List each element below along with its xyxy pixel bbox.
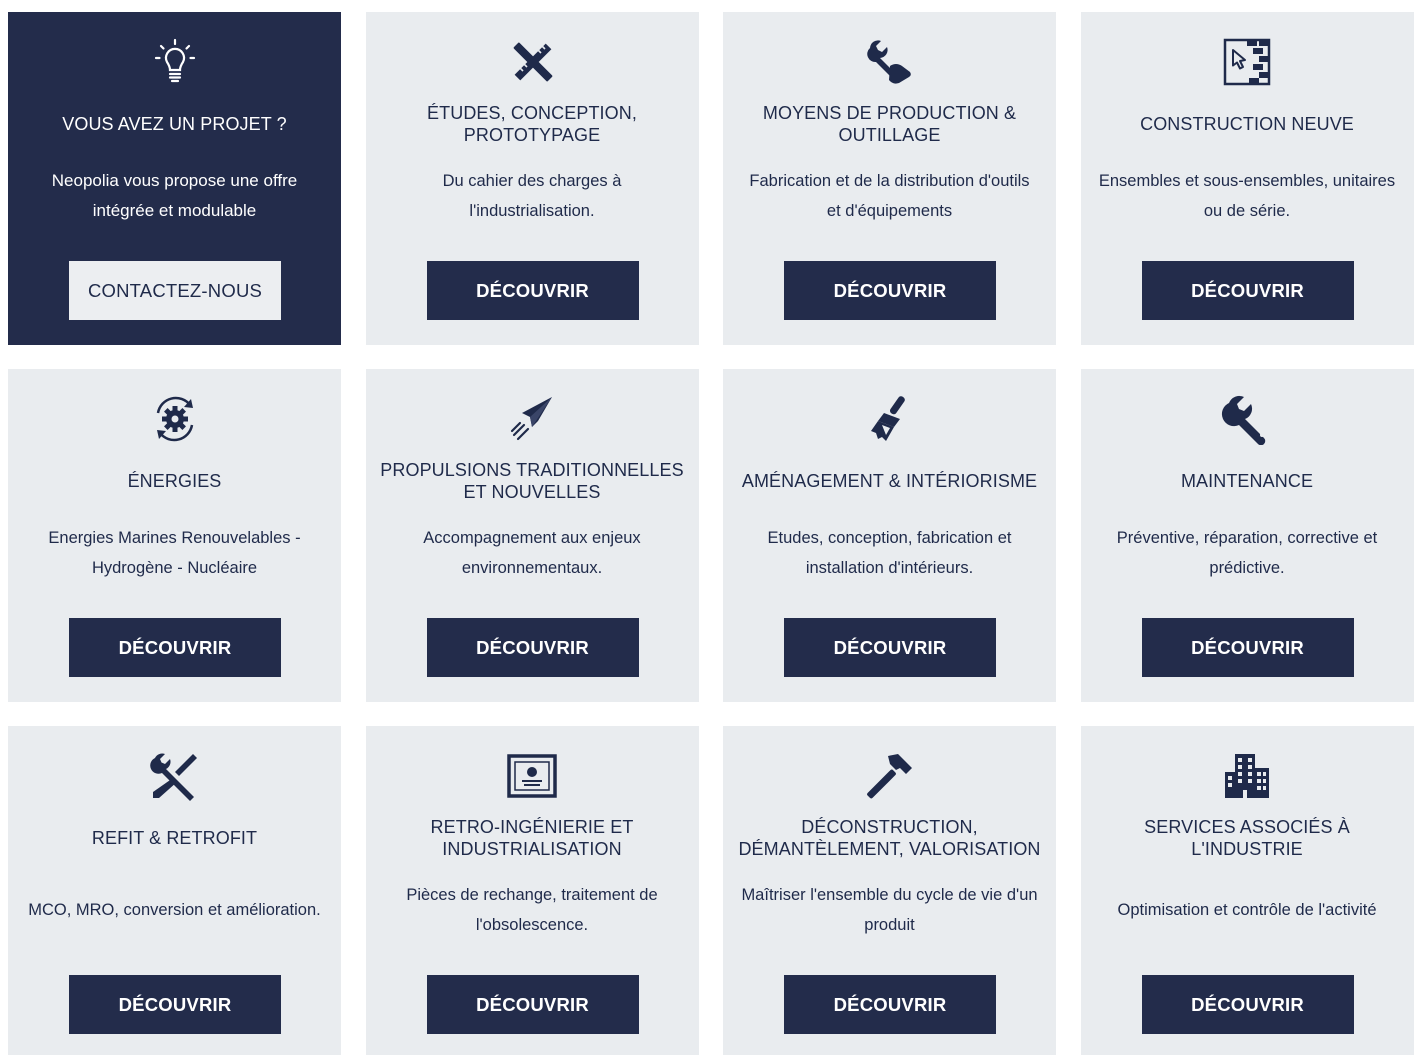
card-title: MAINTENANCE: [1180, 471, 1314, 491]
discover-button[interactable]: DÉCOUVRIR: [1141, 261, 1354, 320]
card-title: PROPULSIONS TRADITIONNELLES ET NOUVELLES: [380, 460, 684, 502]
service-card-services: SERVICES ASSOCIÉS À L'INDUSTRIE Optimisa…: [1080, 726, 1414, 1055]
card-title: DÉCONSTRUCTION, DÉMANTÈLEMENT, VALORISAT…: [738, 817, 1041, 859]
card-title: CONSTRUCTION NEUVE: [1140, 114, 1354, 134]
discover-button[interactable]: DÉCOUVRIR: [1141, 618, 1354, 677]
tools-crossed-icon: [147, 748, 203, 804]
contact-button[interactable]: CONTACTEZ-NOUS: [69, 261, 281, 320]
service-card-propulsions: PROPULSIONS TRADITIONNELLES ET NOUVELLES…: [365, 369, 699, 702]
paper-plane-icon: [504, 391, 560, 447]
discover-button[interactable]: DÉCOUVRIR: [426, 618, 639, 677]
card-description: Accompagnement aux enjeux environnementa…: [423, 529, 641, 577]
card-description: Neopolia vous propose une offre intégrée…: [51, 171, 298, 220]
hammer-icon: [862, 748, 918, 804]
discover-button[interactable]: DÉCOUVRIR: [1141, 975, 1354, 1034]
gear-cycle-icon: [147, 391, 203, 447]
card-title: MOYENS DE PRODUCTION & OUTILLAGE: [762, 103, 1017, 145]
wrench-icon: [1219, 391, 1275, 447]
discover-button[interactable]: DÉCOUVRIR: [784, 261, 996, 320]
services-grid: VOUS AVEZ UN PROJET ? Neopolia vous prop…: [8, 12, 1414, 1055]
card-title: ÉNERGIES: [127, 471, 222, 491]
card-description: Maîtriser l'ensemble du cycle de vie d'u…: [741, 886, 1038, 934]
ruler-pencil-icon: [504, 34, 560, 90]
card-title: ÉTUDES, CONCEPTION, PROTOTYPAGE: [427, 103, 637, 145]
discover-button[interactable]: DÉCOUVRIR: [69, 618, 281, 677]
card-description: Du cahier des charges à l'industrialisat…: [442, 172, 622, 220]
card-description: Etudes, conception, fabrication et insta…: [767, 529, 1012, 577]
discover-button[interactable]: DÉCOUVRIR: [426, 975, 639, 1034]
service-card-deconstruction: DÉCONSTRUCTION, DÉMANTÈLEMENT, VALORISAT…: [723, 726, 1056, 1055]
card-description: MCO, MRO, conversion et amélioration.: [28, 901, 321, 919]
service-card-retro-ingenierie: RETRO-INGÉNIERIE ET INDUSTRIALISATION Pi…: [365, 726, 699, 1055]
card-title: REFIT & RETROFIT: [91, 828, 258, 848]
card-title: VOUS AVEZ UN PROJET ?: [62, 114, 287, 134]
service-card-construction: CONSTRUCTION NEUVE Ensembles et sous-ens…: [1080, 12, 1414, 345]
certificate-icon: [504, 748, 560, 804]
service-card-refit: REFIT & RETROFIT MCO, MRO, conversion et…: [8, 726, 341, 1055]
card-description: Ensembles et sous-ensembles, unitaires o…: [1098, 172, 1396, 220]
discover-button[interactable]: DÉCOUVRIR: [784, 975, 996, 1034]
card-description: Pièces de rechange, traitement de l'obso…: [406, 886, 658, 934]
card-title: SERVICES ASSOCIÉS À L'INDUSTRIE: [1144, 817, 1350, 859]
blueprint-icon: [1219, 34, 1275, 90]
service-card-production: MOYENS DE PRODUCTION & OUTILLAGE Fabrica…: [723, 12, 1056, 345]
discover-button[interactable]: DÉCOUVRIR: [69, 975, 281, 1034]
wrench-hand-icon: [862, 34, 918, 90]
card-description: Energies Marines Renouvelables - Hydrogè…: [48, 529, 301, 577]
discover-button[interactable]: DÉCOUVRIR: [784, 618, 996, 677]
lightbulb-icon: [147, 34, 203, 90]
card-description: Fabrication et de la distribution d'outi…: [749, 172, 1030, 220]
discover-button[interactable]: DÉCOUVRIR: [426, 261, 639, 320]
card-title: RETRO-INGÉNIERIE ET INDUSTRIALISATION: [430, 817, 634, 859]
project-card: VOUS AVEZ UN PROJET ? Neopolia vous prop…: [8, 12, 341, 345]
card-description: Optimisation et contrôle de l'activité: [1117, 901, 1377, 919]
card-title: AMÉNAGEMENT & INTÉRIORISME: [741, 471, 1038, 491]
buildings-icon: [1219, 748, 1275, 804]
service-card-etudes: ÉTUDES, CONCEPTION, PROTOTYPAGE Du cahie…: [365, 12, 699, 345]
service-card-amenagement: AMÉNAGEMENT & INTÉRIORISME Etudes, conce…: [723, 369, 1056, 702]
service-card-maintenance: MAINTENANCE Préventive, réparation, corr…: [1080, 369, 1414, 702]
card-description: Préventive, réparation, corrective et pr…: [1116, 529, 1378, 577]
service-card-energies: ÉNERGIES Energies Marines Renouvelables …: [8, 369, 341, 702]
paint-brush-icon: [862, 391, 918, 447]
